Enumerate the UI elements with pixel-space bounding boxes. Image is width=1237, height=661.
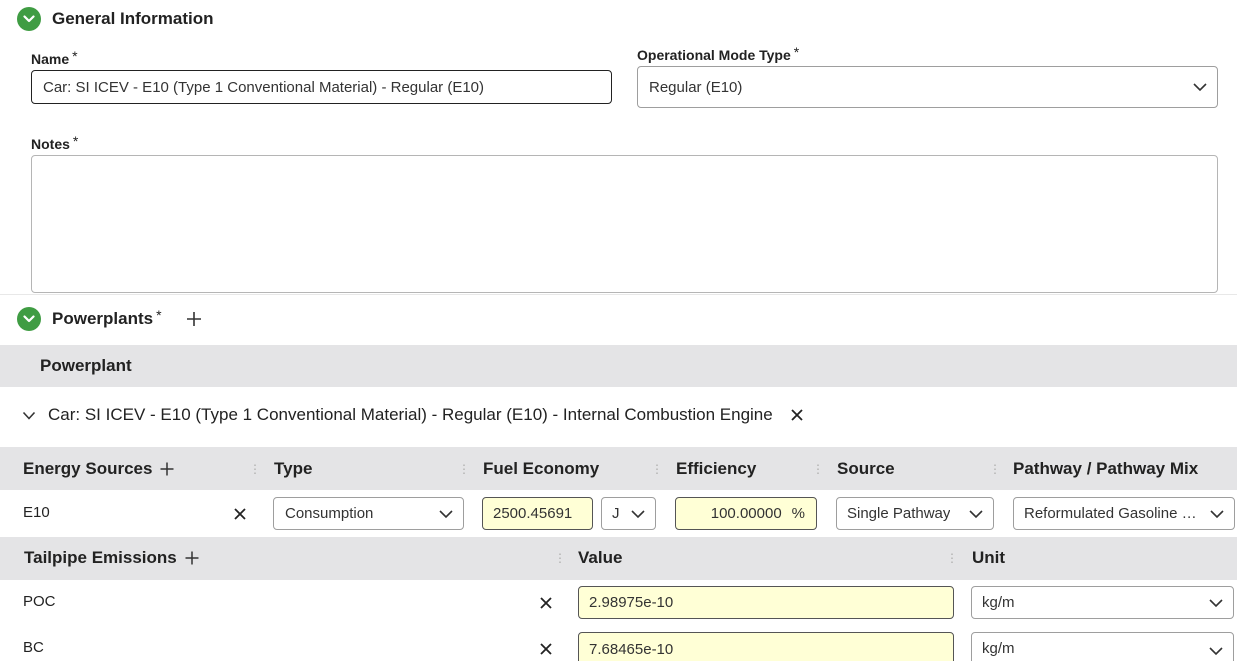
column-grip-icon[interactable]: ⋮ [989,462,1001,476]
remove-tailpipe-emission-close-icon[interactable] [540,597,552,609]
operational-mode-type-select[interactable]: Regular (E10) [637,66,1218,108]
value-column-header: Value [578,548,623,567]
powerplant-row[interactable]: Car: SI ICEV - E10 (Type 1 Conventional … [22,405,803,425]
dropdown-caret-icon [1193,83,1207,92]
name-label: Name * [31,48,78,67]
notes-label: Notes * [31,133,79,152]
column-grip-icon[interactable]: ⋮ [249,462,261,476]
collapse-general-chevron-icon[interactable] [17,7,41,31]
dropdown-caret-icon [439,509,453,518]
source-column-header: Source [837,459,895,478]
tailpipe-emission-name: POC [23,593,56,610]
powerplant-table-header [0,345,1237,387]
general-information-header[interactable]: General Information [17,7,214,31]
powerplants-header[interactable]: Powerplants * [17,307,202,331]
column-grip-icon[interactable]: ⋮ [651,462,663,476]
unit-column-header: Unit [972,548,1006,567]
dropdown-caret-icon [1209,647,1223,656]
remove-energy-source-close-icon[interactable] [234,508,246,520]
energy-sources-column-header: Energy Sources [23,459,174,479]
chevron-down-icon[interactable] [22,411,36,420]
tailpipe-value-input[interactable]: 7.68465e-10 [578,632,954,661]
remove-powerplant-close-icon[interactable] [791,409,803,421]
add-powerplant-plus-icon[interactable] [186,311,202,327]
type-column-header: Type [274,459,313,478]
tailpipe-unit-select[interactable]: kg/m [971,586,1234,619]
dropdown-caret-icon [969,509,983,518]
column-grip-icon[interactable]: ⋮ [458,462,470,476]
column-grip-icon[interactable]: ⋮ [946,551,958,565]
column-grip-icon[interactable]: ⋮ [554,551,566,565]
powerplants-title: Powerplants * [52,307,162,328]
dropdown-caret-icon [1209,598,1223,607]
efficiency-unit: % [791,505,805,522]
energy-source-name: E10 [23,504,50,521]
efficiency-input[interactable]: 100.00000 % [675,497,817,530]
general-information-title: General Information [52,9,214,28]
tailpipe-unit-select[interactable]: kg/m [971,632,1234,661]
name-input[interactable]: Car: SI ICEV - E10 (Type 1 Conventional … [31,70,612,104]
efficiency-column-header: Efficiency [676,459,757,478]
tailpipe-value-input[interactable]: 2.98975e-10 [578,586,954,619]
type-select[interactable]: Consumption [273,497,464,530]
powerplant-column-header: Powerplant [40,356,132,375]
remove-tailpipe-emission-close-icon[interactable] [540,643,552,655]
add-tailpipe-emission-plus-icon[interactable] [185,551,199,565]
tailpipe-emission-name: BC [23,639,44,656]
powerplant-row-label: Car: SI ICEV - E10 (Type 1 Conventional … [48,405,773,424]
notes-textarea[interactable] [31,155,1218,293]
dropdown-caret-icon [631,509,645,518]
column-grip-icon[interactable]: ⋮ [812,462,824,476]
pathway-select[interactable]: Reformulated Gasoline (… [1013,497,1235,530]
collapse-powerplants-chevron-icon[interactable] [17,307,41,331]
add-energy-source-plus-icon[interactable] [160,462,174,476]
source-select[interactable]: Single Pathway [836,497,994,530]
fuel-economy-input[interactable]: 2500.45691 [482,497,593,530]
section-divider [0,294,1237,295]
fuel-economy-column-header: Fuel Economy [483,459,600,478]
fuel-economy-unit-select[interactable]: J [601,497,656,530]
operational-mode-type-label: Operational Mode Type * [637,44,800,63]
dropdown-caret-icon [1210,509,1224,518]
tailpipe-emissions-column-header: Tailpipe Emissions [24,548,199,568]
pathway-column-header: Pathway / Pathway Mix [1013,459,1199,478]
